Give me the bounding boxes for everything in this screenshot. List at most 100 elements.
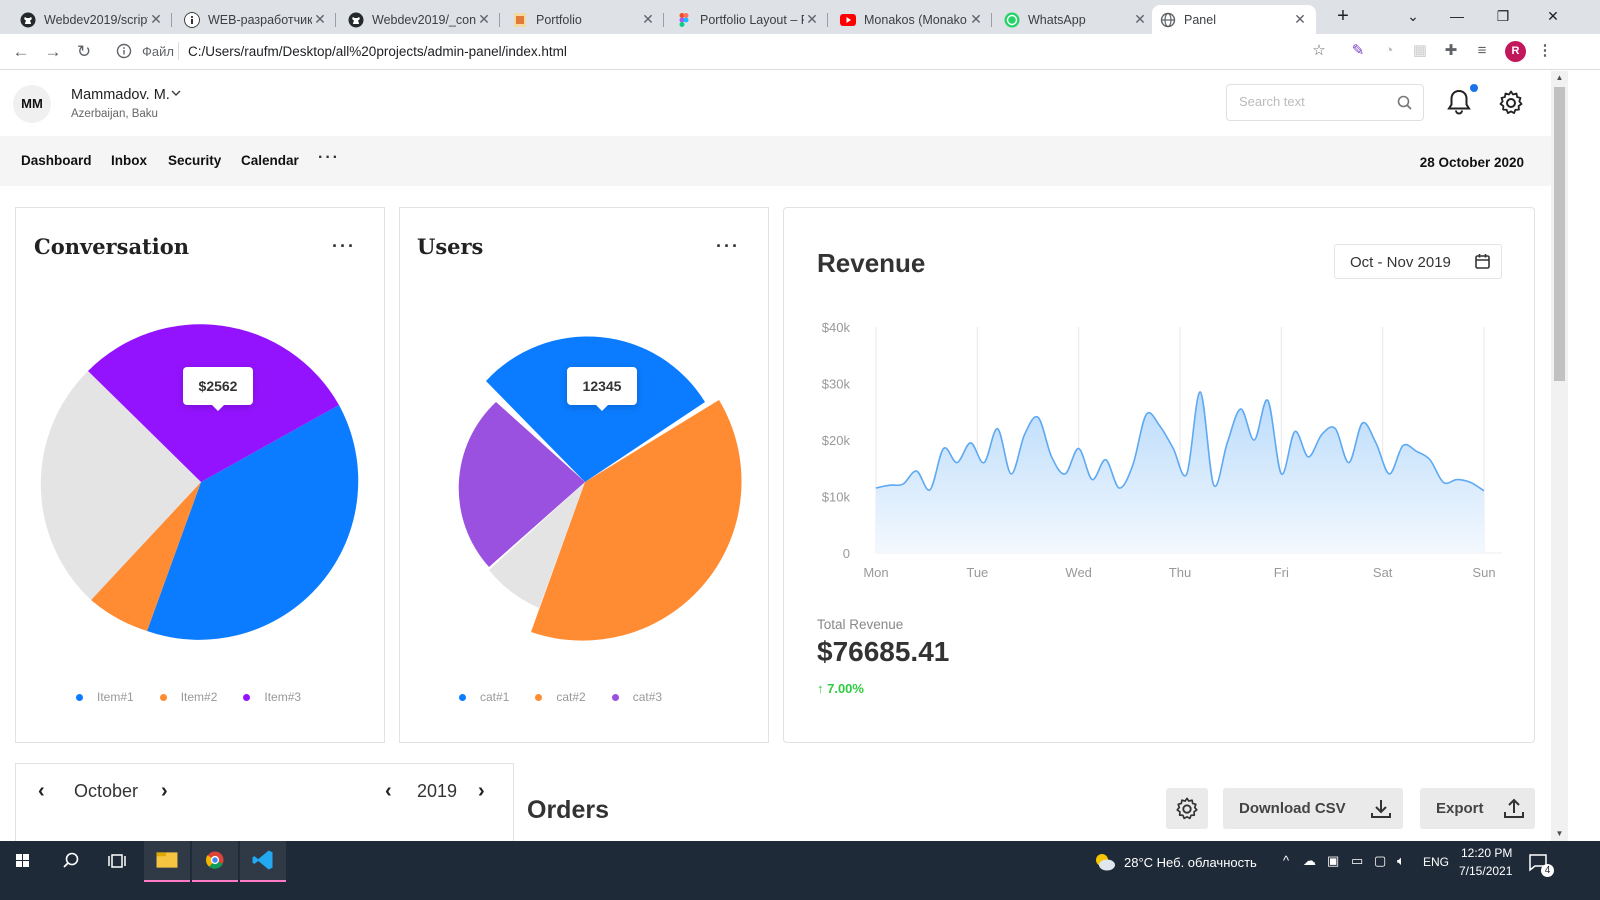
- x-tick-label: Tue: [966, 565, 988, 580]
- y-tick-label: $20k: [822, 433, 851, 448]
- battery-icon[interactable]: ▭: [1351, 853, 1363, 869]
- nav-more-button[interactable]: ···: [318, 149, 340, 167]
- legend-item: cat#3: [611, 690, 662, 704]
- nav-item-calendar[interactable]: Calendar: [241, 153, 299, 168]
- tab-title: WEB-разработчик: [208, 12, 312, 27]
- close-icon[interactable]: ✕: [312, 11, 328, 28]
- page-scrollbar[interactable]: ▲ ▼: [1551, 71, 1568, 841]
- revenue-date-range-picker[interactable]: Oct - Nov 2019: [1334, 244, 1502, 279]
- weather-text[interactable]: 28°C Неб. облачность: [1124, 855, 1257, 870]
- browser-tab[interactable]: Portfolio ✕: [504, 5, 664, 34]
- close-icon[interactable]: ✕: [968, 11, 984, 28]
- vscode-icon[interactable]: [240, 841, 286, 882]
- nav-item-security[interactable]: Security: [168, 153, 221, 168]
- prev-month-arrow-icon[interactable]: ‹: [38, 780, 45, 803]
- browser-tab[interactable]: Webdev2019/script ✕: [12, 5, 172, 34]
- reload-icon[interactable]: ↻: [72, 40, 96, 64]
- clock-time[interactable]: 12:20 PM: [1461, 846, 1512, 860]
- scroll-up-arrow-icon[interactable]: ▲: [1551, 71, 1568, 85]
- nav-item-inbox[interactable]: Inbox: [111, 153, 147, 168]
- chevron-down-icon[interactable]: [171, 88, 181, 98]
- browser-tab-active[interactable]: Panel ✕: [1152, 5, 1316, 34]
- close-icon[interactable]: ✕: [148, 11, 164, 28]
- back-arrow-icon[interactable]: ←: [9, 40, 33, 64]
- y-tick-label: $10k: [822, 490, 851, 505]
- close-window-button[interactable]: ✕: [1530, 0, 1576, 34]
- export-label: Export: [1436, 800, 1484, 817]
- user-name[interactable]: Mammadov. M.: [71, 87, 170, 103]
- bell-icon[interactable]: [1445, 88, 1473, 116]
- volume-icon[interactable]: 🔈︎: [1397, 853, 1405, 869]
- tab-search-icon[interactable]: ⌄: [1390, 0, 1436, 34]
- close-icon[interactable]: ✕: [640, 11, 656, 28]
- language-indicator[interactable]: ENG: [1423, 855, 1449, 869]
- scroll-down-arrow-icon[interactable]: ▼: [1551, 827, 1568, 841]
- address-bar[interactable]: C:/Users/raufm/Desktop/all%20projects/ad…: [188, 44, 567, 59]
- windows-start-icon[interactable]: [0, 841, 46, 882]
- legend-dot: [76, 693, 83, 701]
- restore-button[interactable]: ❐: [1480, 0, 1526, 34]
- tray-app-icon[interactable]: ▣: [1327, 853, 1339, 869]
- avatar[interactable]: MM: [13, 85, 51, 123]
- extension-grid-icon[interactable]: ▦: [1411, 42, 1429, 60]
- users-card: Users ··· 12345 cat#1 cat#2 cat#3: [399, 207, 769, 743]
- extensions-puzzle-icon[interactable]: ✚: [1442, 42, 1460, 60]
- task-view-icon[interactable]: [94, 841, 140, 882]
- info-icon[interactable]: [116, 43, 132, 59]
- extension-clock-icon[interactable]: ◔: [1380, 42, 1398, 60]
- browser-tab[interactable]: Monakos (Monako ✕: [832, 5, 992, 34]
- orders-settings-button[interactable]: [1166, 788, 1208, 829]
- users-more-button[interactable]: ···: [716, 236, 740, 257]
- browser-tab[interactable]: Webdev2019/_cont ✕: [340, 5, 500, 34]
- orders-title: Orders: [527, 796, 609, 824]
- reading-list-icon[interactable]: ≡: [1473, 42, 1491, 60]
- browser-tab[interactable]: Portfolio Layout – F ✕: [668, 5, 828, 34]
- next-month-arrow-icon[interactable]: ›: [161, 780, 168, 803]
- close-icon[interactable]: ✕: [476, 11, 492, 28]
- browser-tab[interactable]: WhatsApp ✕: [996, 5, 1156, 34]
- close-icon[interactable]: ✕: [1292, 11, 1308, 28]
- chrome-icon[interactable]: [192, 841, 238, 882]
- close-icon[interactable]: ✕: [804, 11, 820, 28]
- globe-icon: [1160, 12, 1176, 27]
- x-tick-label: Fri: [1274, 565, 1289, 580]
- close-icon[interactable]: ✕: [1132, 11, 1148, 28]
- legend-label: cat#2: [556, 690, 586, 704]
- browser-tab[interactable]: WEB-разработчик ✕: [176, 5, 336, 34]
- search-icon[interactable]: [48, 841, 94, 882]
- browser-menu-icon[interactable]: ⋮: [1536, 42, 1554, 60]
- revenue-area-chart: Mon Tue Wed Thu Fri Sat Sun 0 $10k $20k $30k $40k: [822, 320, 1502, 580]
- notification-dot: [1470, 84, 1478, 92]
- gear-icon[interactable]: [1497, 89, 1525, 117]
- scroll-thumb[interactable]: [1554, 87, 1565, 381]
- legend-dot: [535, 693, 543, 701]
- revenue-card: Revenue Oct - Nov 2019 Mon Tue Wed Thu Fri Sa…: [783, 207, 1535, 743]
- notification-count-badge: 4: [1541, 864, 1554, 877]
- bookmark-star-icon[interactable]: ☆: [1310, 42, 1328, 60]
- search-input[interactable]: [1239, 94, 1389, 109]
- legend-dot: [459, 693, 466, 701]
- prev-year-arrow-icon[interactable]: ‹: [385, 780, 392, 803]
- network-icon[interactable]: ▢: [1374, 853, 1386, 869]
- file-explorer-icon[interactable]: [144, 841, 190, 882]
- forward-arrow-icon[interactable]: →: [41, 40, 65, 64]
- legend-dot: [159, 693, 167, 701]
- download-csv-button[interactable]: Download CSV: [1223, 788, 1403, 829]
- search-icon[interactable]: [1396, 94, 1414, 112]
- x-tick-label: Sat: [1373, 565, 1393, 580]
- tray-chevron-up-icon[interactable]: ^: [1283, 853, 1289, 868]
- conversation-pie-chart: [40, 324, 359, 640]
- next-year-arrow-icon[interactable]: ›: [478, 780, 485, 803]
- new-tab-button[interactable]: +: [1320, 0, 1366, 34]
- conversation-more-button[interactable]: ···: [332, 236, 356, 257]
- onedrive-icon[interactable]: ☁: [1303, 853, 1316, 869]
- clock-date[interactable]: 7/15/2021: [1459, 864, 1512, 878]
- export-button[interactable]: Export: [1420, 788, 1535, 829]
- total-revenue-label: Total Revenue: [817, 617, 904, 632]
- minimize-button[interactable]: —: [1434, 0, 1480, 34]
- nav-item-dashboard[interactable]: Dashboard: [21, 153, 92, 168]
- extension-pen-icon[interactable]: ✎: [1349, 42, 1367, 60]
- users-tooltip: 12345: [567, 367, 637, 411]
- legend-item: Item#3: [243, 690, 301, 704]
- profile-avatar[interactable]: R: [1505, 41, 1526, 62]
